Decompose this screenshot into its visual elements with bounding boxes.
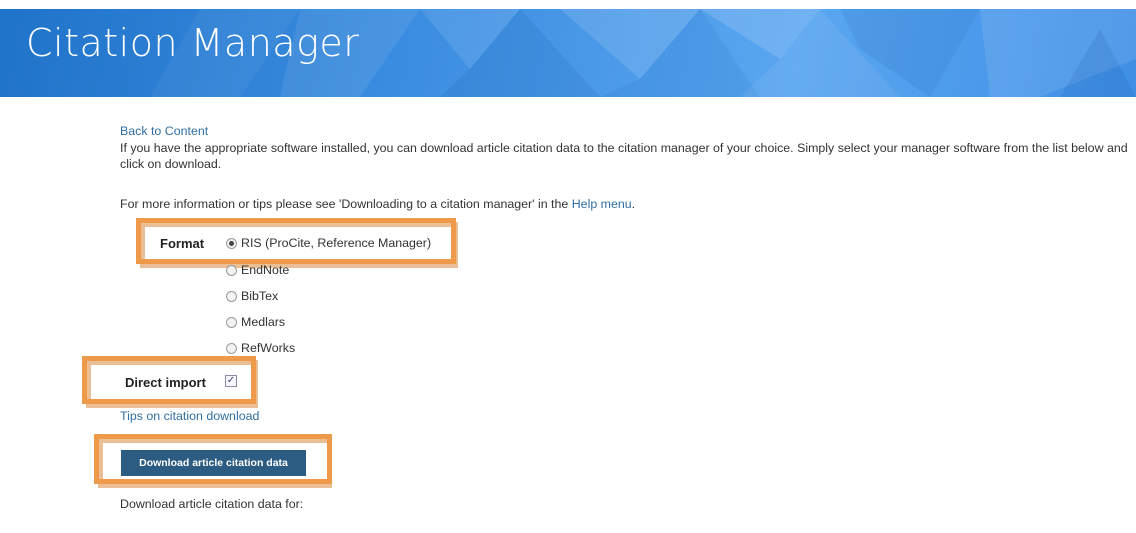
- format-option-label: Medlars: [241, 315, 286, 329]
- direct-import-label: Direct import: [125, 375, 206, 390]
- format-option-label: RIS (ProCite, Reference Manager): [241, 236, 432, 250]
- radio-button[interactable]: [226, 290, 237, 302]
- tips-on-citation-download-link[interactable]: Tips on citation download: [120, 409, 259, 423]
- format-option-label: BibTex: [241, 289, 279, 303]
- format-option-bibtex[interactable]: BibTex: [226, 289, 278, 303]
- back-to-content-link[interactable]: Back to Content: [120, 124, 208, 138]
- format-option-label: EndNote: [241, 263, 290, 277]
- page-title: Citation Manager: [26, 21, 360, 65]
- format-option-ris[interactable]: RIS (ProCite, Reference Manager): [226, 236, 431, 250]
- more-info-text: For more information or tips please see …: [120, 197, 635, 211]
- radio-button[interactable]: [226, 264, 237, 276]
- format-option-endnote[interactable]: EndNote: [226, 263, 289, 277]
- intro-text: If you have the appropriate software ins…: [120, 141, 1128, 171]
- format-option-label: RefWorks: [241, 341, 296, 355]
- direct-import-checkbox[interactable]: ✓: [225, 375, 237, 387]
- radio-button-checked[interactable]: [226, 237, 237, 249]
- download-citation-button[interactable]: Download article citation data: [121, 450, 306, 476]
- more-info-suffix: .: [631, 197, 636, 211]
- radio-button[interactable]: [226, 342, 237, 354]
- format-option-refworks[interactable]: RefWorks: [226, 341, 295, 355]
- help-menu-link[interactable]: Help menu: [572, 197, 632, 211]
- format-option-medlars[interactable]: Medlars: [226, 315, 285, 329]
- header-banner: Citation Manager: [0, 9, 1136, 97]
- format-label: Format: [160, 236, 205, 251]
- download-for-text: Download article citation data for:: [120, 497, 304, 511]
- more-info-prefix: For more information or tips please see …: [120, 197, 572, 211]
- radio-button[interactable]: [226, 316, 237, 328]
